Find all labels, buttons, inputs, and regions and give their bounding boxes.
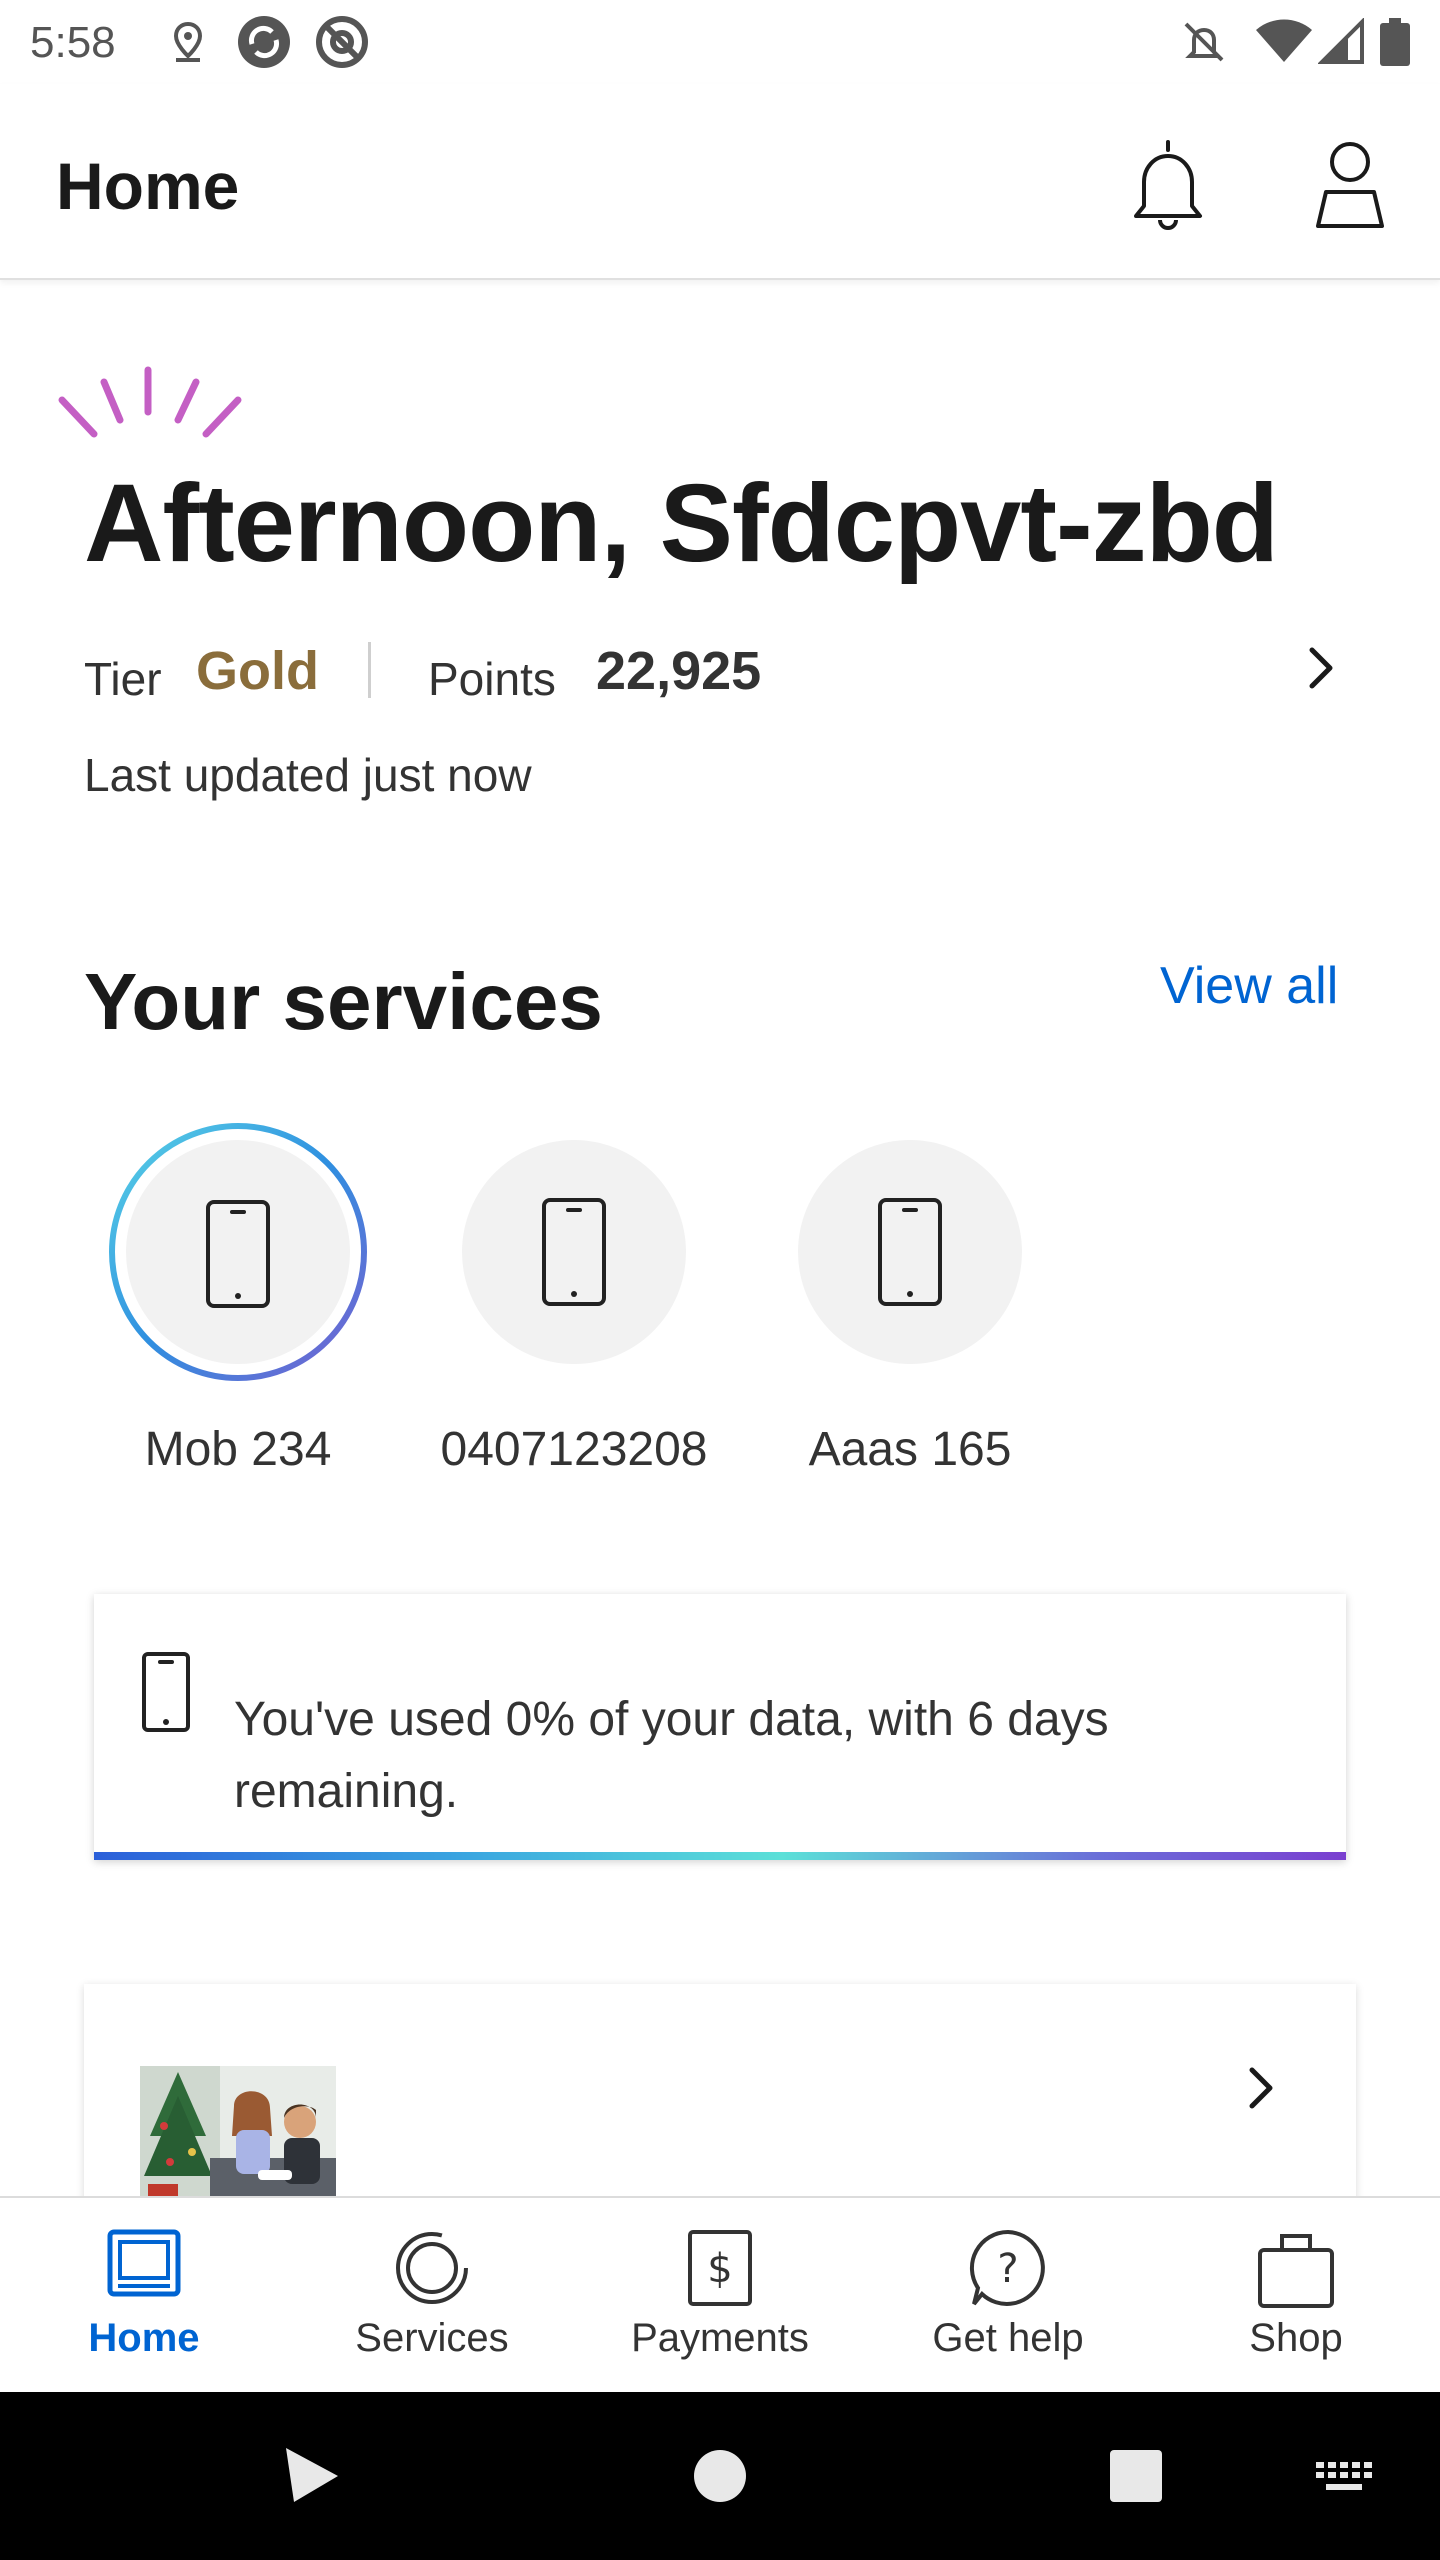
svg-text:$: $ (707, 2246, 732, 2292)
nav-label: Get help (932, 2316, 1084, 2360)
tier-label: Tier (84, 653, 162, 705)
nav-item-shop[interactable]: Shop (1152, 2198, 1440, 2394)
tier-value: Gold (196, 641, 319, 701)
service-item-aaas-165[interactable]: Aaas 165 (760, 1120, 1060, 1500)
status-bar: 5:58 (0, 0, 1440, 84)
battery-icon (1380, 18, 1410, 66)
system-navigation-bar (0, 2392, 1440, 2560)
at-icon (316, 16, 368, 68)
location-icon (173, 21, 203, 62)
data-usage-card[interactable]: You've used 0% of your data, with 6 days… (94, 1594, 1346, 1860)
nav-label: Shop (1249, 2316, 1343, 2360)
points-value: 22,925 (596, 641, 762, 701)
status-time: 5:58 (30, 18, 116, 67)
view-all-link[interactable]: View all (1160, 956, 1338, 1016)
home-circle-icon[interactable] (688, 2444, 752, 2508)
nav-label: Payments (631, 2316, 809, 2360)
service-label: Aaas 165 (808, 1423, 1012, 1476)
svg-text:?: ? (997, 2246, 1018, 2292)
services-icon (396, 2232, 468, 2304)
data-usage-bar (94, 1852, 1346, 1860)
service-label: Mob 234 (144, 1423, 332, 1476)
back-icon[interactable] (280, 2444, 344, 2508)
greeting-heading: Afternoon, Sfdcpvt-zbd (84, 462, 1279, 585)
nav-item-payments[interactable]: $ Payments (576, 2198, 864, 2394)
points-label: Points (428, 653, 556, 705)
notifications-off-icon (1184, 22, 1224, 62)
promo-card[interactable] (84, 1984, 1356, 2224)
profile-button[interactable] (1300, 134, 1400, 234)
help-icon: ? (969, 2229, 1045, 2306)
chevron-right-icon[interactable] (1234, 2060, 1290, 2116)
bell-icon (1134, 140, 1202, 230)
nav-item-home[interactable]: Home (0, 2198, 288, 2394)
bottom-navigation: Home Services $ Payments ? Get help Shop (0, 2196, 1440, 2392)
last-updated-text: Last updated just now (84, 749, 532, 801)
phone-icon (542, 1198, 606, 1306)
signal-icon (1318, 18, 1364, 64)
divider (368, 642, 371, 698)
recents-icon[interactable] (1104, 2444, 1168, 2508)
service-circle (798, 1140, 1022, 1364)
notifications-button[interactable] (1118, 134, 1218, 234)
nav-label: Services (355, 2316, 509, 2360)
page-title: Home (56, 149, 240, 223)
payments-icon: $ (688, 2230, 752, 2306)
chevron-right-icon[interactable] (1294, 640, 1350, 696)
phone-icon (142, 1652, 190, 1732)
selected-ring (109, 1123, 367, 1381)
services-heading: Your services (84, 957, 603, 1046)
nav-item-services[interactable]: Services (288, 2198, 576, 2394)
data-usage-text: You've used 0% of your data, with 6 days… (234, 1693, 1109, 1818)
app-bar: Home (0, 84, 1440, 280)
home-icon (107, 2229, 181, 2297)
nav-label: Home (88, 2316, 200, 2360)
sync-icon (238, 16, 290, 68)
service-item-mob-234[interactable]: Mob 234 (88, 1120, 388, 1500)
nav-item-get-help[interactable]: ? Get help (864, 2198, 1152, 2394)
wifi-icon (1256, 19, 1312, 62)
service-circle (462, 1140, 686, 1364)
phone-icon (878, 1198, 942, 1306)
service-label: 0407123208 (440, 1423, 708, 1476)
keyboard-icon[interactable] (1314, 2444, 1374, 2508)
family-photo (140, 2066, 336, 2206)
rewards-summary[interactable]: Tier Gold Points 22,925 (84, 640, 1364, 710)
sparkle-icon (58, 366, 242, 438)
shop-icon (1258, 2234, 1334, 2308)
service-item-0407123208[interactable]: 0407123208 (424, 1120, 724, 1500)
profile-icon (1316, 142, 1384, 228)
